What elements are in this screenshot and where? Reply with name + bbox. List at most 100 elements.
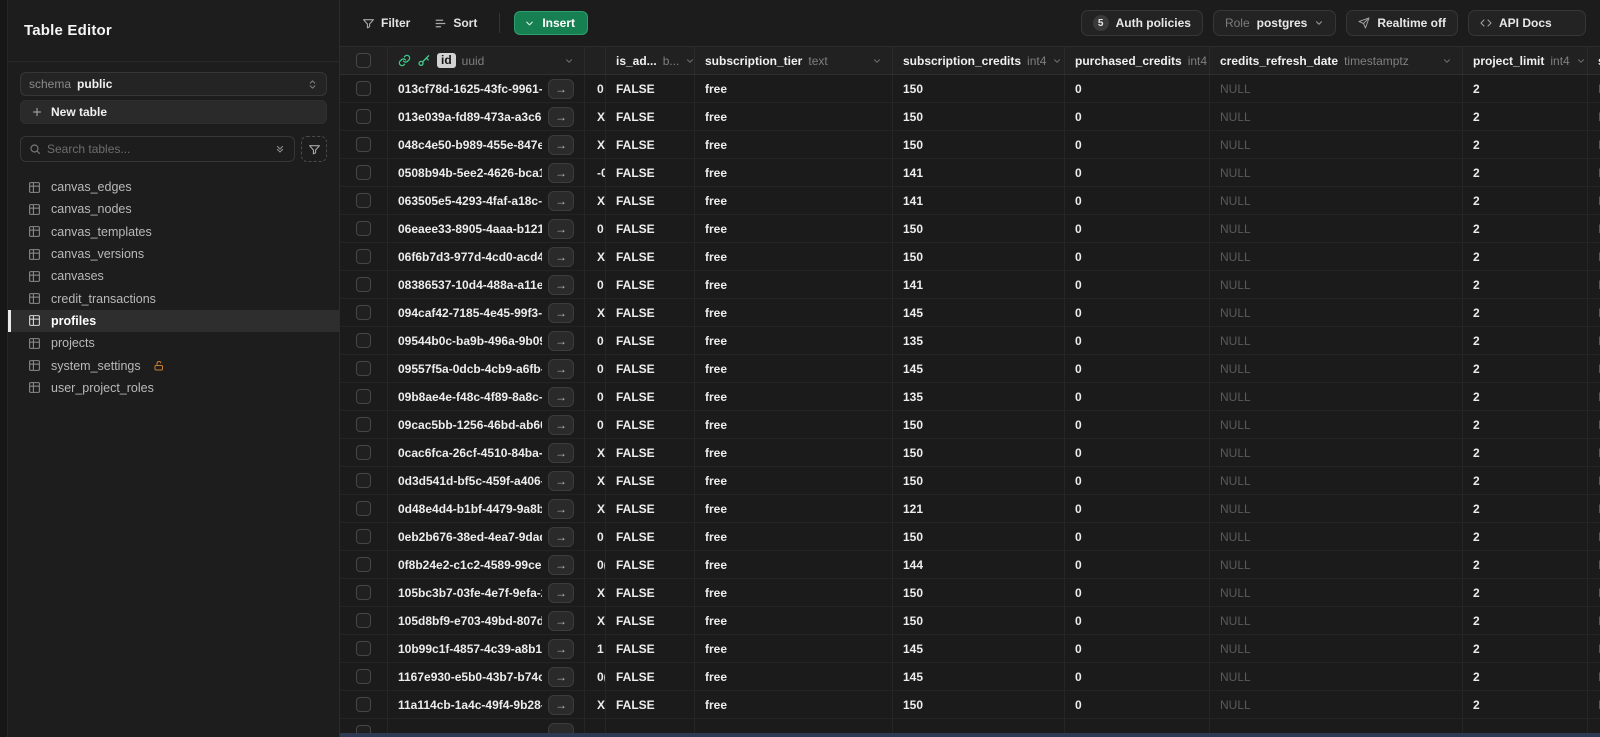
cell-su-clipped[interactable]: NULL xyxy=(1588,635,1600,662)
row-checkbox[interactable] xyxy=(356,137,371,152)
cell-project-limit[interactable]: 2 xyxy=(1463,411,1588,438)
cell-project-limit[interactable]: 2 xyxy=(1463,635,1588,662)
cell-credits-refresh-date[interactable]: NULL xyxy=(1210,663,1463,690)
chevron-down-icon[interactable] xyxy=(685,56,694,66)
api-docs-button[interactable]: API Docs xyxy=(1468,10,1586,36)
cell-project-limit[interactable]: 2 xyxy=(1463,243,1588,270)
cell-is-admin[interactable]: FALSE xyxy=(606,495,695,522)
column-header-project_limit[interactable]: project_limit int4 xyxy=(1463,47,1588,74)
cell-project-limit[interactable]: 2 xyxy=(1463,159,1588,186)
cell-su-clipped[interactable]: NULL xyxy=(1588,607,1600,634)
cell-is-admin[interactable]: FALSE xyxy=(606,75,695,102)
cell-is-admin[interactable]: FALSE xyxy=(606,383,695,410)
cell-clipped[interactable]: 0 xyxy=(585,523,606,550)
cell-su-clipped[interactable]: NULL xyxy=(1588,551,1600,578)
cell-id[interactable]: 105bc3b7-03fe-4e7f-9efa-21bb40... → xyxy=(388,579,585,606)
cell-is-admin[interactable]: FALSE xyxy=(606,131,695,158)
role-select-button[interactable]: Role postgres xyxy=(1212,10,1337,36)
cell-subscription-tier[interactable]: free xyxy=(695,579,893,606)
cell-id[interactable]: 1167e930-e5b0-43b7-b74c-788c9... → xyxy=(388,663,585,690)
cell-clipped[interactable]: 1 xyxy=(585,635,606,662)
cell-credits-refresh-date[interactable]: NULL xyxy=(1210,355,1463,382)
cell-clipped[interactable]: X xyxy=(585,691,606,718)
column-header-clipped[interactable] xyxy=(585,47,606,74)
cell-project-limit[interactable]: 2 xyxy=(1463,75,1588,102)
cell-project-limit[interactable]: 2 xyxy=(1463,551,1588,578)
cell-id[interactable]: 105d8bf9-e703-49bd-807d-645e... → xyxy=(388,607,585,634)
cell-project-limit[interactable]: 2 xyxy=(1463,439,1588,466)
chevron-down-icon[interactable] xyxy=(1442,56,1452,66)
cell-clipped[interactable]: 0 xyxy=(585,271,606,298)
expand-row-button[interactable]: → xyxy=(548,358,574,379)
cell-project-limit[interactable]: 2 xyxy=(1463,467,1588,494)
cell-su-clipped[interactable]: NULL xyxy=(1588,495,1600,522)
cell-clipped[interactable]: X xyxy=(585,495,606,522)
cell-purchased-credits[interactable]: 0 xyxy=(1065,635,1210,662)
cell-subscription-tier[interactable]: free xyxy=(695,523,893,550)
sidebar-item-profiles[interactable]: profiles xyxy=(8,309,339,333)
cell-credits-refresh-date[interactable]: NULL xyxy=(1210,691,1463,718)
cell-su-clipped[interactable]: NULL xyxy=(1588,355,1600,382)
cell-su-clipped[interactable]: NULL xyxy=(1588,271,1600,298)
cell-is-admin[interactable]: FALSE xyxy=(606,467,695,494)
cell-id[interactable]: 10b99c1f-4857-4c39-a8b1-263b8... → xyxy=(388,635,585,662)
row-checkbox[interactable] xyxy=(356,613,371,628)
cell-project-limit[interactable]: 2 xyxy=(1463,495,1588,522)
cell-su-clipped[interactable]: NULL xyxy=(1588,75,1600,102)
row-checkbox[interactable] xyxy=(356,109,371,124)
cell-purchased-credits[interactable]: 0 xyxy=(1065,131,1210,158)
cell-project-limit[interactable]: 2 xyxy=(1463,103,1588,130)
cell-purchased-credits[interactable]: 0 xyxy=(1065,663,1210,690)
cell-subscription-tier[interactable]: free xyxy=(695,551,893,578)
cell-subscription-tier[interactable]: free xyxy=(695,691,893,718)
cell-subscription-credits[interactable]: 150 xyxy=(893,467,1065,494)
cell-purchased-credits[interactable]: 0 xyxy=(1065,103,1210,130)
new-table-button[interactable]: New table xyxy=(20,100,327,124)
expand-row-button[interactable]: → xyxy=(548,442,574,463)
cell-purchased-credits[interactable]: 0 xyxy=(1065,551,1210,578)
row-checkbox[interactable] xyxy=(356,585,371,600)
cell-project-limit[interactable]: 2 xyxy=(1463,691,1588,718)
cell-subscription-credits[interactable]: 135 xyxy=(893,383,1065,410)
cell-id[interactable]: 09557f5a-0dcb-4cb9-a6fb-fff366... → xyxy=(388,355,585,382)
cell-id[interactable]: 0d48e4d4-b1bf-4479-9a8b-4a4b... → xyxy=(388,495,585,522)
cell-su-clipped[interactable]: NULL xyxy=(1588,579,1600,606)
cell-clipped[interactable]: X xyxy=(585,579,606,606)
sidebar-item-canvases[interactable]: canvases xyxy=(8,265,339,287)
cell-subscription-tier[interactable]: free xyxy=(695,495,893,522)
expand-row-button[interactable]: → xyxy=(548,246,574,267)
cell-subscription-credits[interactable]: 150 xyxy=(893,607,1065,634)
cell-is-admin[interactable]: FALSE xyxy=(606,439,695,466)
cell-subscription-tier[interactable]: free xyxy=(695,299,893,326)
cell-clipped[interactable]: 0 xyxy=(585,75,606,102)
cell-subscription-credits[interactable]: 150 xyxy=(893,131,1065,158)
cell-project-limit[interactable]: 2 xyxy=(1463,131,1588,158)
cell-subscription-tier[interactable]: free xyxy=(695,75,893,102)
cell-purchased-credits[interactable]: 0 xyxy=(1065,523,1210,550)
schema-select[interactable]: schema public xyxy=(20,72,327,96)
cell-project-limit[interactable]: 2 xyxy=(1463,299,1588,326)
filter-tables-button[interactable] xyxy=(301,136,327,162)
row-checkbox[interactable] xyxy=(356,445,371,460)
cell-purchased-credits[interactable]: 0 xyxy=(1065,383,1210,410)
cell-credits-refresh-date[interactable]: NULL xyxy=(1210,103,1463,130)
cell-clipped[interactable]: 0( xyxy=(585,663,606,690)
column-header-is_ad...[interactable]: is_ad... b... xyxy=(606,47,695,74)
select-all-checkbox[interactable] xyxy=(356,53,371,68)
row-checkbox[interactable] xyxy=(356,669,371,684)
cell-su-clipped[interactable]: NULL xyxy=(1588,299,1600,326)
cell-id[interactable]: 048c4e50-b989-455e-847e-fb2f... → xyxy=(388,131,585,158)
cell-clipped[interactable]: X xyxy=(585,187,606,214)
cell-clipped[interactable]: 0 xyxy=(585,327,606,354)
row-checkbox[interactable] xyxy=(356,641,371,656)
cell-su-clipped[interactable]: NULL xyxy=(1588,467,1600,494)
cell-clipped[interactable]: X xyxy=(585,607,606,634)
cell-is-admin[interactable]: FALSE xyxy=(606,635,695,662)
cell-purchased-credits[interactable]: 0 xyxy=(1065,607,1210,634)
cell-is-admin[interactable]: FALSE xyxy=(606,243,695,270)
cell-su-clipped[interactable]: NULL xyxy=(1588,187,1600,214)
cell-project-limit[interactable]: 2 xyxy=(1463,327,1588,354)
insert-button[interactable]: Insert xyxy=(514,11,589,35)
cell-subscription-credits[interactable]: 150 xyxy=(893,579,1065,606)
cell-subscription-credits[interactable]: 145 xyxy=(893,635,1065,662)
